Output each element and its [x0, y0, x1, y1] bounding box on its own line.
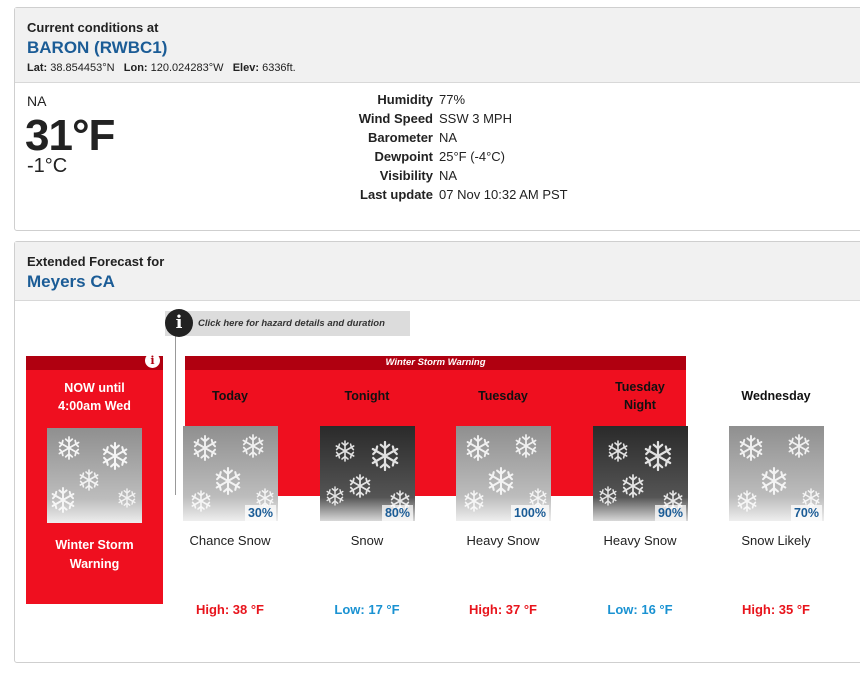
- detail-row: Visibility NA: [315, 168, 568, 187]
- detail-label: Barometer: [367, 130, 433, 145]
- detail-value: SSW 3 MPH: [439, 111, 512, 126]
- forecast-short-desc: Chance Snow: [189, 533, 271, 548]
- now-title-line2: 4:00am Wed: [58, 399, 131, 413]
- day-name-line2: Night: [624, 398, 656, 412]
- current-conditions-header: Current conditions at BARON (RWBC1) Lat:…: [15, 8, 860, 83]
- forecast-day-name: Wednesday: [721, 387, 831, 405]
- forecast-icon-wrap: 100%: [456, 426, 551, 521]
- forecast-icon-wrap: 90%: [593, 426, 688, 521]
- lat-label: Lat:: [27, 62, 48, 74]
- extended-forecast-header: Extended Forecast for Meyers CA: [15, 242, 860, 301]
- extended-forecast-body: Click here for hazard details and durati…: [15, 301, 860, 681]
- detail-row: Last update 07 Nov 10:32 AM PST: [315, 187, 568, 206]
- day-name-line1: Tuesday: [478, 389, 528, 403]
- detail-value: 25°F (-4°C): [439, 149, 506, 164]
- now-title-line1: NOW until: [64, 381, 125, 395]
- day-name-line1: Today: [212, 389, 248, 403]
- high-temp: High: 38 °F: [195, 602, 265, 617]
- detail-value: NA: [439, 130, 458, 145]
- forecast-day-name: Today: [175, 387, 285, 405]
- detail-value: 77%: [439, 92, 466, 107]
- current-conditions-panel: Current conditions at BARON (RWBC1) Lat:…: [14, 7, 860, 231]
- forecast-location: Meyers CA: [27, 272, 115, 291]
- high-temp: High: 37 °F: [468, 602, 538, 617]
- detail-row: Wind Speed SSW 3 MPH: [315, 111, 568, 130]
- current-conditions-heading: Current conditions at: [27, 20, 159, 35]
- detail-label: Last update: [360, 187, 433, 202]
- extended-forecast-heading: Extended Forecast for: [27, 254, 165, 269]
- current-details-table: Humidity 77% Wind Speed SSW 3 MPH Barometer N…: [315, 92, 568, 206]
- now-hazard-box[interactable]: i NOW until 4:00am Wed Winter Storm Warn…: [26, 353, 163, 604]
- warning-banner[interactable]: Winter Storm Warning: [185, 356, 686, 370]
- forecast-short-desc: Snow Likely: [741, 533, 811, 548]
- precip-chance: 90%: [654, 505, 686, 521]
- current-details: Humidity 77% Wind Speed SSW 3 MPH Barometer N…: [315, 92, 568, 206]
- hazard-details-link[interactable]: Click here for hazard details and durati…: [165, 311, 410, 336]
- detail-value: 07 Nov 10:32 AM PST: [439, 187, 568, 202]
- low-temp: Low: 17 °F: [334, 602, 400, 617]
- forecast-icon-wrap: 30%: [183, 426, 278, 521]
- precip-chance: 80%: [381, 505, 413, 521]
- forecast-icon-wrap: 80%: [320, 426, 415, 521]
- forecast-short-desc: Heavy Snow: [466, 533, 540, 548]
- lon-value: 120.024283°W: [150, 62, 224, 74]
- current-temp-f: 31°F: [25, 111, 115, 160]
- now-desc-line1: Winter Storm: [55, 538, 134, 552]
- current-temp-c: -1°C: [27, 155, 68, 177]
- high-temp: High: 35 °F: [741, 602, 811, 617]
- lat-value: 38.854453°N: [50, 62, 115, 74]
- detail-value: NA: [439, 168, 458, 183]
- now-title: NOW until 4:00am Wed: [26, 379, 163, 415]
- detail-row: Barometer NA: [315, 130, 568, 149]
- station-coordinates: Lat: 38.854453°N Lon: 120.024283°W Elev:…: [27, 62, 860, 74]
- detail-label: Visibility: [379, 168, 433, 183]
- info-icon[interactable]: i: [165, 309, 193, 337]
- forecast-short-desc: Snow: [350, 533, 384, 548]
- current-condition-text: NA: [27, 93, 47, 109]
- precip-chance: 70%: [790, 505, 822, 521]
- now-hazard-text: Winter Storm Warning: [26, 536, 163, 574]
- extended-forecast-panel: Extended Forecast for Meyers CA Click he…: [14, 241, 860, 663]
- day-name-line1: Wednesday: [741, 389, 811, 403]
- hazard-pointer-line: [175, 335, 176, 495]
- now-desc-line2: Warning: [69, 557, 120, 571]
- detail-row: Humidity 77%: [315, 92, 568, 111]
- forecast-short-desc: Heavy Snow: [603, 533, 677, 548]
- detail-label: Wind Speed: [358, 111, 433, 126]
- station-link[interactable]: BARON (RWBC1): [27, 38, 860, 58]
- elev-label: Elev:: [232, 62, 260, 74]
- current-conditions-body: NA 31°F -1°C Humidity 77% Wind Speed SSW 3 …: [15, 83, 860, 223]
- precip-chance: 30%: [244, 505, 276, 521]
- forecast-day-name: Tonight: [312, 387, 422, 405]
- precip-chance: 100%: [511, 505, 549, 521]
- detail-row: Dewpoint 25°F (-4°C): [315, 149, 568, 168]
- now-hazard-strip: [26, 356, 163, 370]
- snow-icon: [47, 428, 142, 523]
- low-temp: Low: 16 °F: [607, 602, 673, 617]
- forecast-icon-wrap: 70%: [729, 426, 824, 521]
- detail-label: Dewpoint: [374, 149, 434, 164]
- forecast-day-name: Tuesday Night: [585, 378, 695, 414]
- day-name-line1: Tonight: [344, 389, 390, 403]
- detail-label: Humidity: [377, 92, 433, 107]
- day-name-line1: Tuesday: [615, 380, 665, 394]
- forecast-day-name: Tuesday: [448, 387, 558, 405]
- elev-value: 6336ft.: [262, 62, 296, 74]
- info-icon[interactable]: i: [145, 353, 160, 368]
- lon-label: Lon:: [123, 62, 148, 74]
